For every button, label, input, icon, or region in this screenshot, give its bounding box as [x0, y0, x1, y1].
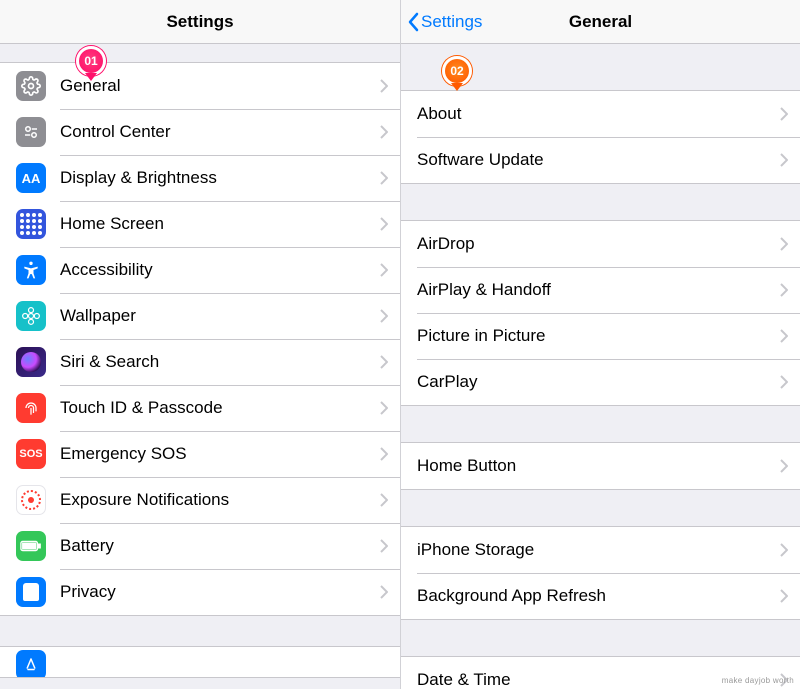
exposure-icon: [16, 485, 46, 515]
row-accessibility[interactable]: Accessibility: [0, 247, 400, 293]
back-label: Settings: [421, 12, 482, 32]
nav-title: General: [569, 12, 632, 32]
row-label: Accessibility: [60, 260, 380, 280]
chevron-right-icon: [780, 153, 788, 167]
sliders-icon: [16, 117, 46, 147]
row-exposure-notifications[interactable]: Exposure Notifications: [0, 477, 400, 523]
row-label: Home Button: [417, 456, 780, 476]
chevron-right-icon: [380, 493, 388, 507]
settings-screen: Settings 01 General Control Center: [0, 0, 400, 689]
row-touch-id-passcode[interactable]: Touch ID & Passcode: [0, 385, 400, 431]
row-emergency-sos[interactable]: SOS Emergency SOS: [0, 431, 400, 477]
chevron-right-icon: [380, 125, 388, 139]
row-label: iPhone Storage: [417, 540, 780, 560]
row-label: AirDrop: [417, 234, 780, 254]
chevron-right-icon: [380, 79, 388, 93]
row-display-brightness[interactable]: AA Display & Brightness: [0, 155, 400, 201]
row-general[interactable]: General: [0, 63, 400, 109]
watermark: make dayjob worth: [722, 676, 794, 685]
chevron-right-icon: [780, 543, 788, 557]
row-label: Wallpaper: [60, 306, 380, 326]
row-background-app-refresh[interactable]: Background App Refresh: [401, 573, 800, 619]
chevron-right-icon: [780, 107, 788, 121]
row-label: Home Screen: [60, 214, 380, 234]
chevron-right-icon: [780, 329, 788, 343]
chevron-right-icon: [380, 401, 388, 415]
chevron-right-icon: [780, 237, 788, 251]
chevron-left-icon: [407, 12, 419, 32]
row-label: Picture in Picture: [417, 326, 780, 346]
chevron-right-icon: [780, 375, 788, 389]
text-size-icon: AA: [16, 163, 46, 193]
row-wallpaper[interactable]: Wallpaper: [0, 293, 400, 339]
hand-icon: [16, 577, 46, 607]
general-list[interactable]: About Software Update AirDrop AirPlay & …: [401, 44, 800, 689]
row-label: General: [60, 76, 380, 96]
chevron-right-icon: [780, 459, 788, 473]
row-label: CarPlay: [417, 372, 780, 392]
row-carplay[interactable]: CarPlay: [401, 359, 800, 405]
row-airdrop[interactable]: AirDrop: [401, 221, 800, 267]
sos-icon: SOS: [16, 439, 46, 469]
flower-icon: [16, 301, 46, 331]
settings-list[interactable]: General Control Center AA Display & Brig…: [0, 44, 400, 689]
chevron-right-icon: [380, 355, 388, 369]
general-screen: Settings General 02 About Software Updat…: [400, 0, 800, 689]
row-label: Software Update: [417, 150, 780, 170]
nav-title: Settings: [166, 12, 233, 32]
row-about[interactable]: About: [401, 91, 800, 137]
row-label: Touch ID & Passcode: [60, 398, 380, 418]
row-software-update[interactable]: Software Update: [401, 137, 800, 183]
row-label: Siri & Search: [60, 352, 380, 372]
row-home-screen[interactable]: Home Screen: [0, 201, 400, 247]
row-label: AirPlay & Handoff: [417, 280, 780, 300]
chevron-right-icon: [380, 171, 388, 185]
battery-icon: [16, 531, 46, 561]
row-label: Battery: [60, 536, 380, 556]
row-label: Privacy: [60, 582, 380, 602]
chevron-right-icon: [780, 589, 788, 603]
chevron-right-icon: [380, 217, 388, 231]
accessibility-icon: [16, 255, 46, 285]
chevron-right-icon: [380, 309, 388, 323]
apps-grid-icon: [16, 209, 46, 239]
row-label: Emergency SOS: [60, 444, 380, 464]
nav-bar: Settings: [0, 0, 400, 44]
app-store-icon: [16, 650, 46, 677]
back-button[interactable]: Settings: [407, 0, 482, 44]
chevron-right-icon: [380, 585, 388, 599]
row-picture-in-picture[interactable]: Picture in Picture: [401, 313, 800, 359]
chevron-right-icon: [380, 263, 388, 277]
gear-icon: [16, 71, 46, 101]
chevron-right-icon: [380, 539, 388, 553]
nav-bar: Settings General: [401, 0, 800, 44]
row-label: Exposure Notifications: [60, 490, 380, 510]
siri-icon: [16, 347, 46, 377]
row-label: Control Center: [60, 122, 380, 142]
row-home-button[interactable]: Home Button: [401, 443, 800, 489]
row-control-center[interactable]: Control Center: [0, 109, 400, 155]
row-label: About: [417, 104, 780, 124]
chevron-right-icon: [380, 447, 388, 461]
fingerprint-icon: [16, 393, 46, 423]
row-privacy[interactable]: Privacy: [0, 569, 400, 615]
row-label: Background App Refresh: [417, 586, 780, 606]
chevron-right-icon: [780, 283, 788, 297]
row-battery[interactable]: Battery: [0, 523, 400, 569]
row-label: Display & Brightness: [60, 168, 380, 188]
row-app-store-partial[interactable]: [0, 647, 400, 677]
row-airplay-handoff[interactable]: AirPlay & Handoff: [401, 267, 800, 313]
row-iphone-storage[interactable]: iPhone Storage: [401, 527, 800, 573]
row-siri-search[interactable]: Siri & Search: [0, 339, 400, 385]
